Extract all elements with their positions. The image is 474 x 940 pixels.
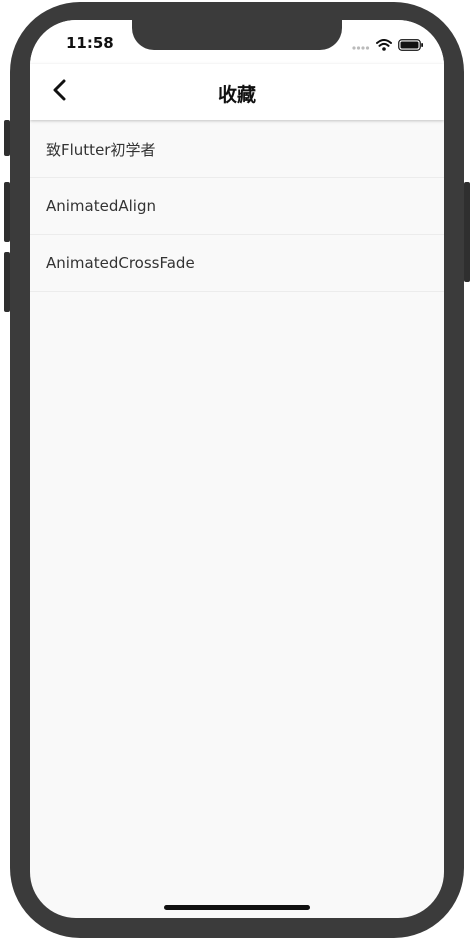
notch — [132, 20, 342, 50]
mute-switch — [4, 120, 10, 156]
volume-down-button — [4, 252, 10, 312]
phone-screen: 11:58 收藏 致Flutter初学者 AnimatedAlign Anima… — [30, 20, 444, 918]
power-button — [464, 182, 470, 282]
list-item[interactable]: 致Flutter初学者 — [30, 121, 444, 178]
battery-icon — [398, 36, 424, 55]
status-time: 11:58 — [66, 34, 114, 52]
list-item-label: AnimatedAlign — [46, 197, 156, 215]
list-item-label: AnimatedCrossFade — [46, 254, 195, 272]
home-indicator[interactable] — [164, 905, 310, 910]
favorites-list: 致Flutter初学者 AnimatedAlign AnimatedCrossF… — [30, 121, 444, 292]
list-item[interactable]: AnimatedCrossFade — [30, 235, 444, 292]
app-bar: 收藏 — [30, 64, 444, 120]
status-icons — [352, 36, 424, 55]
wifi-icon — [376, 36, 392, 55]
page-title: 收藏 — [217, 84, 256, 106]
list-item-label: 致Flutter初学者 — [46, 140, 156, 159]
volume-up-button — [4, 182, 10, 242]
list-item[interactable]: AnimatedAlign — [30, 178, 444, 235]
signal-icon — [352, 36, 370, 55]
